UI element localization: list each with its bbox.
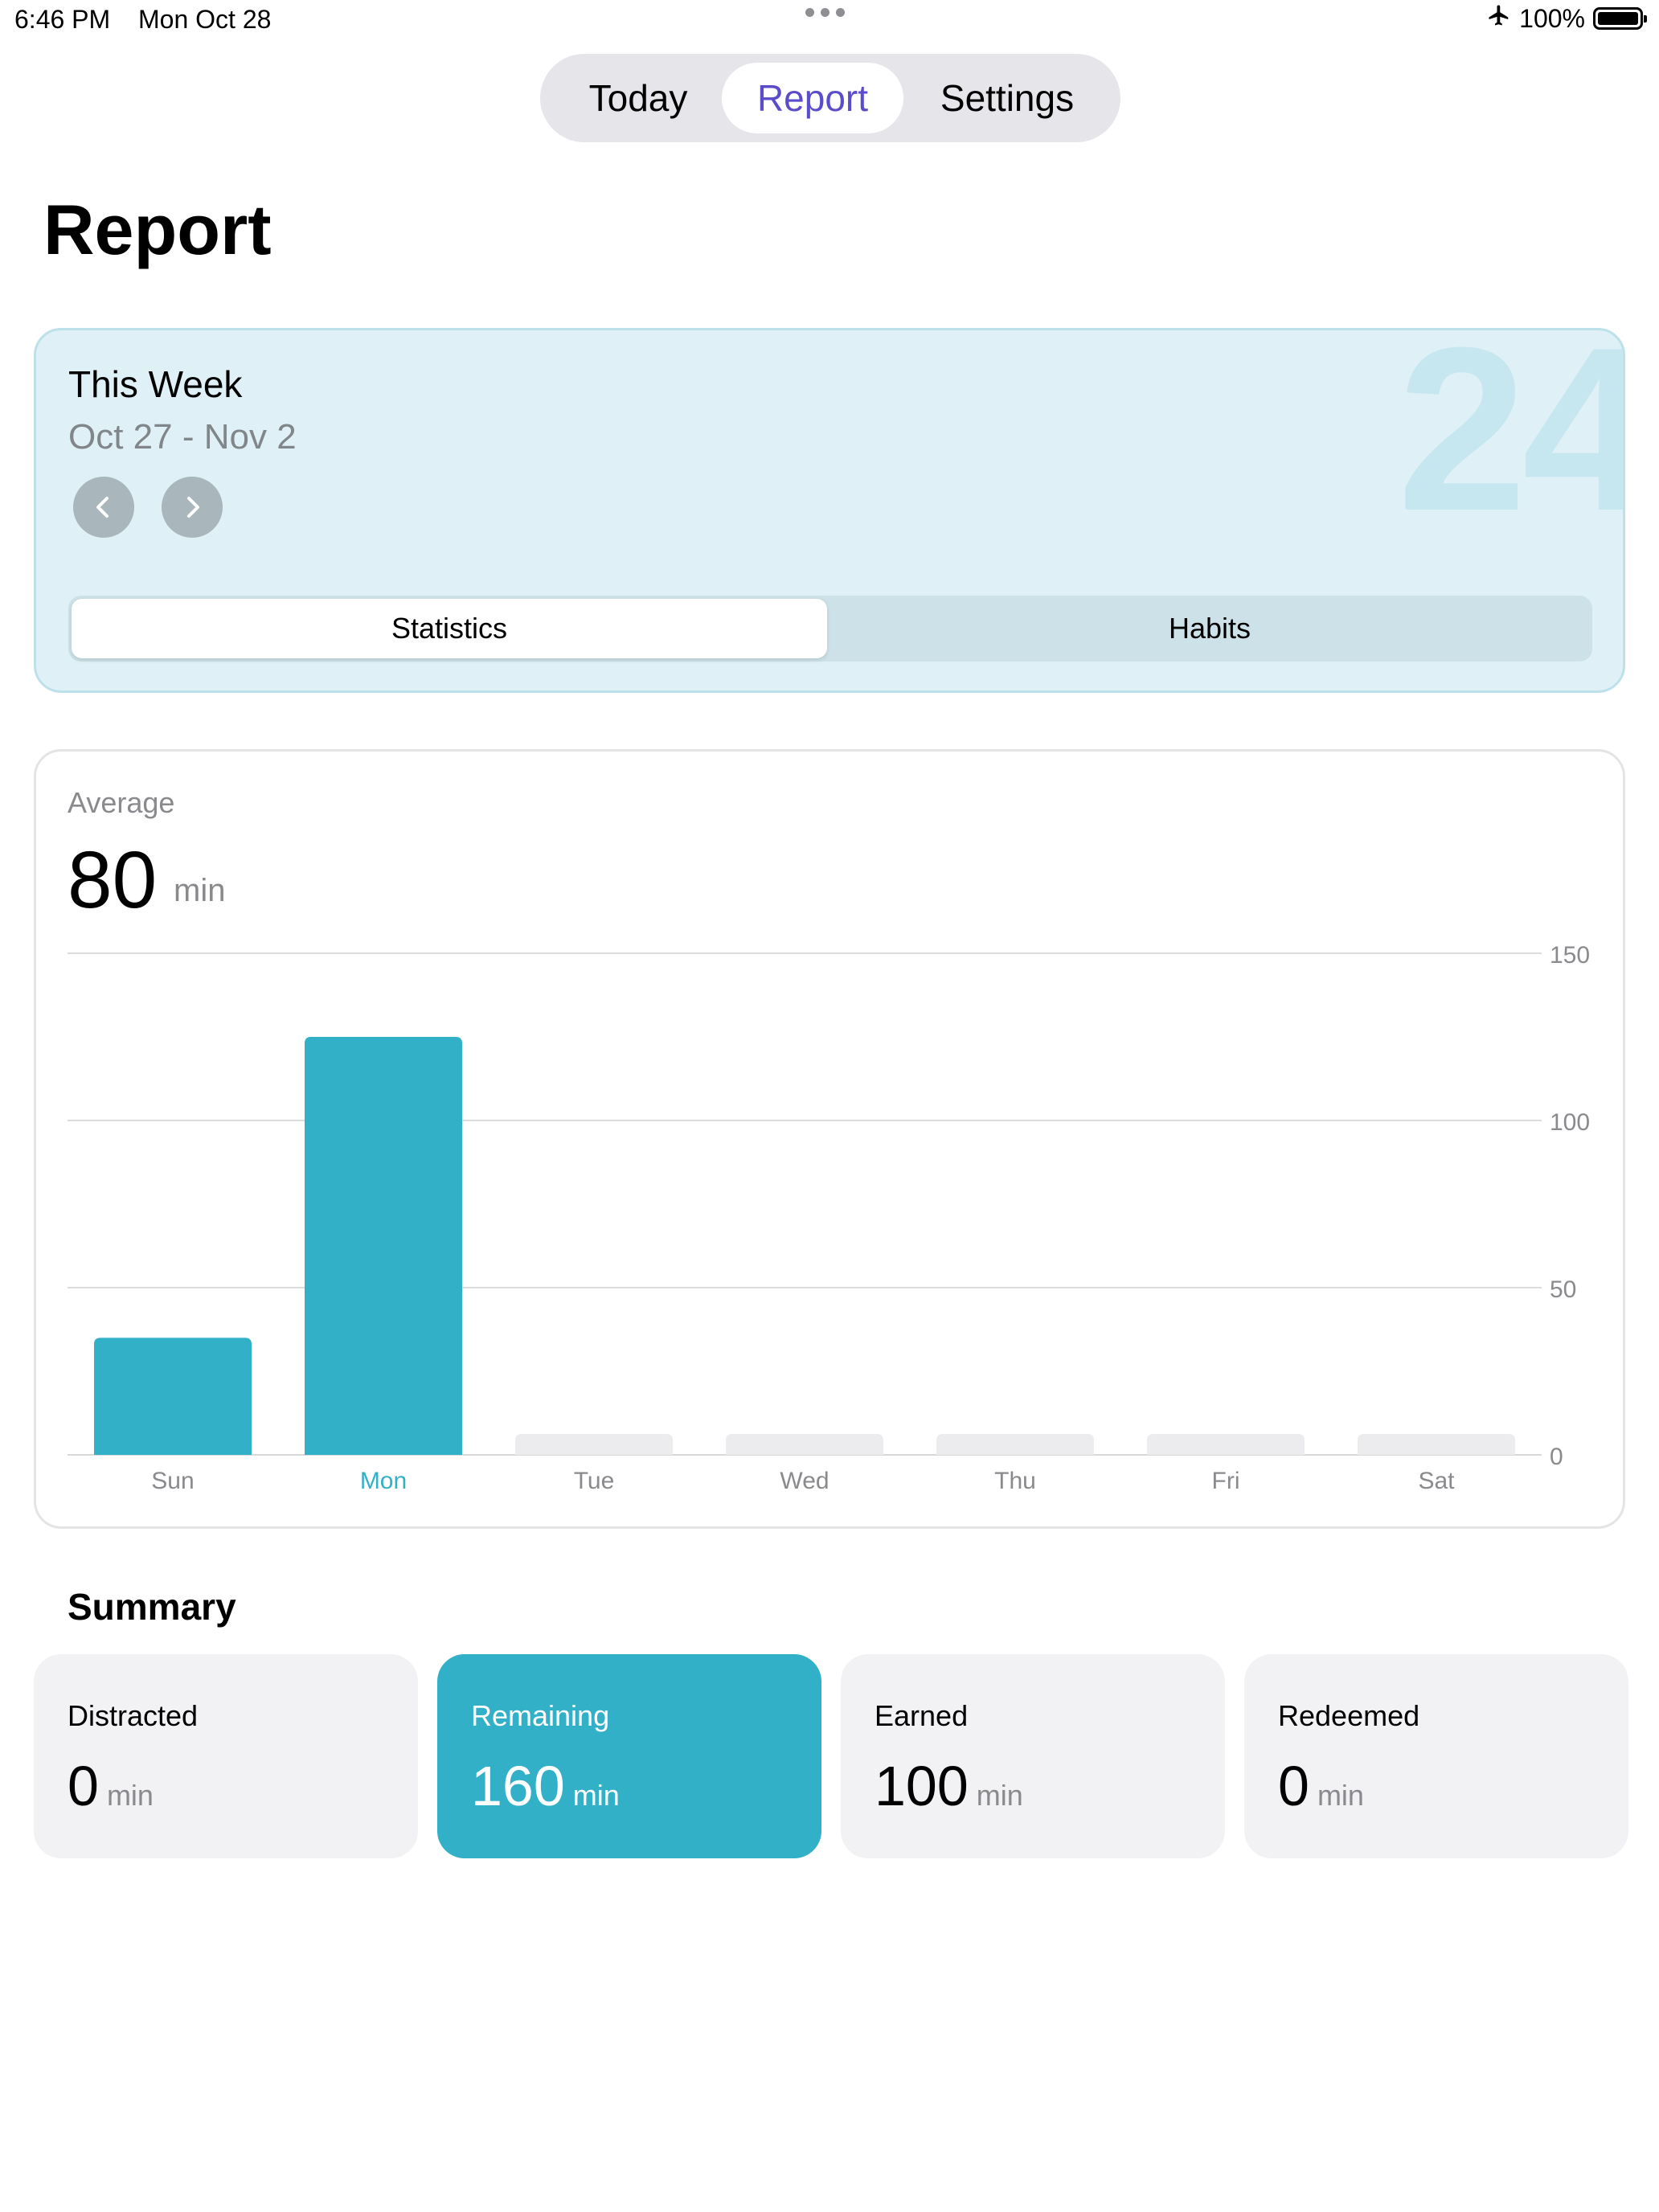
multitasking-dots-icon[interactable] (805, 8, 845, 17)
tile-unit: min (106, 1779, 154, 1812)
tab-settings[interactable]: Settings (907, 63, 1108, 133)
tile-label: Redeemed (1278, 1699, 1420, 1732)
summary-title: Summary (68, 1586, 236, 1628)
tile-label: Distracted (68, 1699, 199, 1732)
tab-report[interactable]: Report (722, 63, 903, 133)
week-number-watermark: 24 (1397, 328, 1625, 559)
tile-unit: min (572, 1779, 620, 1812)
week-card: 24 This Week Oct 27 - Nov 2 Statistics H… (34, 328, 1625, 693)
tile-value-row: 100 min (875, 1754, 1023, 1818)
chevron-right-icon (187, 497, 199, 518)
segment-statistics[interactable]: Statistics (72, 599, 827, 658)
average-label: Average (68, 786, 175, 819)
battery-percent: 100% (1519, 3, 1585, 33)
segment-habits[interactable]: Habits (832, 599, 1587, 658)
tile-value-row: 0 min (68, 1754, 154, 1818)
summary-tile-redeemed[interactable]: Redeemed 0 min (1244, 1654, 1628, 1858)
status-date: Mon Oct 28 (138, 5, 272, 34)
battery-icon (1593, 7, 1647, 30)
tab-today[interactable]: Today (558, 63, 719, 133)
week-range: Oct 27 - Nov 2 (68, 417, 297, 457)
next-week-button[interactable] (162, 477, 223, 538)
previous-week-button[interactable] (73, 477, 134, 538)
summary-tile-earned[interactable]: Earned 100 min (841, 1654, 1225, 1858)
tile-label: Earned (875, 1699, 969, 1732)
chart-card (34, 749, 1625, 1529)
summary-tile-remaining[interactable]: Remaining 160 min (437, 1654, 821, 1858)
week-title: This Week (68, 363, 243, 405)
tile-value-row: 160 min (471, 1754, 620, 1818)
status-right: 100% (1487, 3, 1647, 34)
chevron-left-icon (96, 497, 109, 518)
top-tab-bar: Today Report Settings (540, 54, 1120, 142)
tile-value: 0 (1278, 1755, 1309, 1817)
tile-unit: min (976, 1779, 1023, 1812)
tile-unit: min (1317, 1779, 1364, 1812)
airplane-icon (1487, 3, 1511, 34)
tile-label: Remaining (471, 1699, 610, 1732)
average-value: 80 (68, 835, 158, 925)
summary-tile-distracted[interactable]: Distracted 0 min (34, 1654, 418, 1858)
status-time: 6:46 PM (14, 5, 111, 34)
tile-value-row: 0 min (1278, 1754, 1364, 1818)
tile-value: 0 (68, 1755, 99, 1817)
tile-value: 160 (471, 1755, 565, 1817)
page-title: Report (43, 190, 272, 269)
average-unit: min (174, 873, 226, 908)
tile-value: 100 (875, 1755, 969, 1817)
report-segmented-control: Statistics Habits (68, 596, 1592, 662)
